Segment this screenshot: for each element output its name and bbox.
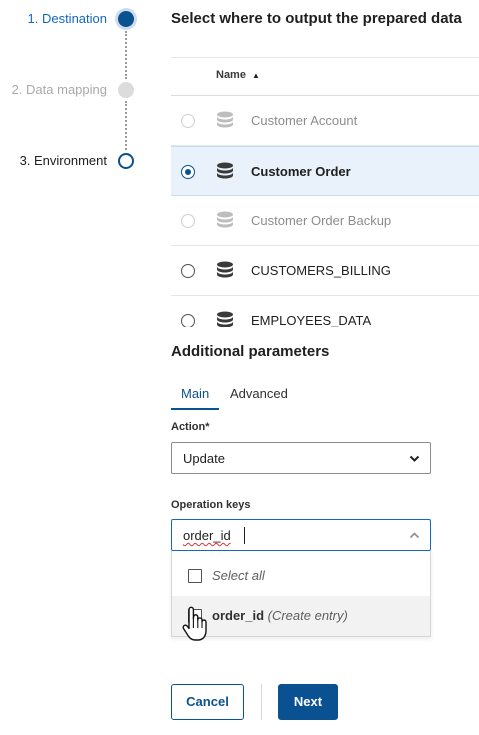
step-destination-label[interactable]: 1. Destination [28, 11, 108, 26]
step-data-mapping-indicator [118, 82, 134, 98]
select-all-checkbox[interactable] [188, 569, 202, 583]
action-select-value: Update [183, 451, 225, 466]
option-create-entry[interactable]: order_id (Create entry) [172, 596, 430, 636]
table-row[interactable]: EMPLOYEES_DATA [171, 296, 479, 327]
row-label: Customer Order Backup [251, 213, 392, 228]
button-divider [261, 684, 262, 720]
next-button[interactable]: Next [278, 684, 338, 720]
row-radio[interactable] [181, 314, 195, 327]
page-title: Select where to output the prepared data [171, 10, 462, 27]
row-radio [181, 114, 195, 128]
text-cursor [244, 527, 245, 544]
database-icon [217, 211, 233, 228]
tab-main[interactable]: Main [181, 386, 209, 401]
row-radio [181, 214, 195, 228]
database-icon [217, 111, 233, 128]
table-header: Name ▲ [171, 58, 479, 96]
operation-keys-dropdown: Select all order_id (Create entry) [171, 551, 431, 637]
table-row: Customer Order Backup [171, 196, 479, 246]
row-label: CUSTOMERS_BILLING [251, 263, 391, 278]
operation-keys-input-value: order_id [183, 528, 231, 543]
chevron-down-icon [409, 455, 420, 462]
create-entry-value: order_id [212, 608, 265, 623]
chevron-up-icon[interactable] [409, 530, 420, 541]
table-row[interactable]: CUSTOMERS_BILLING [171, 246, 479, 296]
option-select-all[interactable]: Select all [172, 556, 430, 596]
select-all-label: Select all [212, 568, 265, 583]
database-icon [217, 261, 233, 278]
operation-keys-input[interactable]: order_id [171, 519, 431, 551]
row-label: Customer Order [251, 164, 351, 179]
active-tab-indicator [171, 408, 219, 410]
create-entry-label: order_id (Create entry) [212, 608, 348, 623]
section-title: Additional parameters [171, 343, 330, 360]
action-select[interactable]: Update [171, 442, 431, 474]
hand-pointer-icon [182, 606, 207, 641]
cancel-button[interactable]: Cancel [171, 684, 244, 720]
row-radio[interactable] [181, 165, 195, 179]
database-icon [217, 162, 233, 179]
step-connector [125, 31, 127, 79]
operation-keys-label: Operation keys [171, 499, 251, 511]
action-label: Action* [171, 421, 210, 433]
step-destination-indicator [118, 11, 134, 27]
tab-advanced[interactable]: Advanced [230, 386, 288, 401]
row-label: Customer Account [251, 113, 358, 128]
table-row: Customer Account [171, 96, 479, 146]
step-environment-label[interactable]: 3. Environment [20, 153, 107, 168]
table-row-selected[interactable]: Customer Order [171, 146, 479, 196]
step-environment-indicator [118, 153, 134, 169]
row-radio[interactable] [181, 264, 195, 278]
destination-table[interactable]: Name ▲ Customer Account Customer Order C… [171, 57, 479, 327]
row-label: EMPLOYEES_DATA [251, 313, 372, 327]
create-entry-hint: (Create entry) [267, 608, 348, 623]
database-icon [217, 311, 233, 327]
step-data-mapping-label: 2. Data mapping [11, 82, 107, 97]
sort-ascending-icon[interactable]: ▲ [252, 71, 260, 80]
step-connector [125, 101, 127, 150]
column-header-name[interactable]: Name [216, 69, 246, 81]
